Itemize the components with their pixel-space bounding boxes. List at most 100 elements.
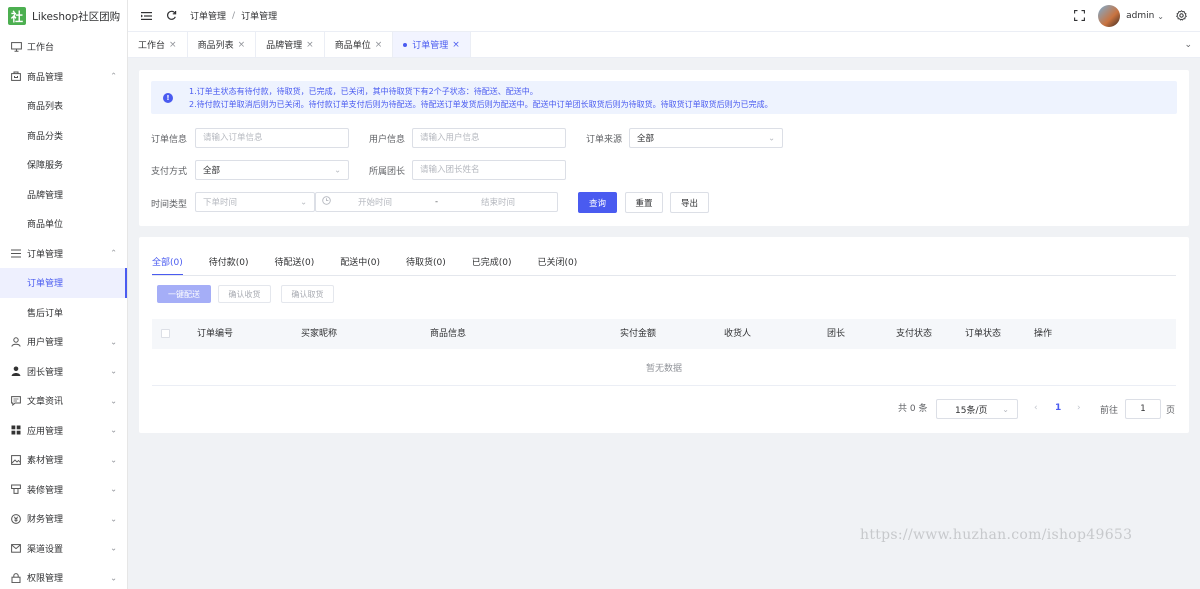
- sidebar-item[interactable]: 渠道设置 ⌄: [0, 534, 127, 564]
- close-icon[interactable]: ×: [169, 40, 177, 50]
- divider: [152, 275, 1176, 276]
- status-tab[interactable]: 已完成(0): [472, 252, 512, 274]
- status-tab[interactable]: 待配送(0): [275, 252, 315, 274]
- next-page-icon[interactable]: ›: [1077, 403, 1081, 413]
- sidebar-subitem[interactable]: 订单管理: [0, 268, 127, 298]
- status-tab[interactable]: 已关闭(0): [538, 252, 578, 274]
- page-tab[interactable]: 商品单位 ×: [325, 32, 394, 57]
- page-number[interactable]: 1: [1055, 403, 1061, 413]
- sidebar-menu: 工作台 商品管理 ⌃ 商品列表 商品分类 保障服务 品牌管理 商品单位 订单管理 ⌃ 订单管理 售后订…: [0, 32, 127, 589]
- col-leader: 团长: [827, 329, 846, 339]
- sidebar-item[interactable]: 工作台: [0, 32, 127, 62]
- sidebar-item-label: 商品管理: [27, 72, 64, 83]
- sidebar-item-label: 装修管理: [27, 485, 64, 496]
- fullscreen-icon[interactable]: [1074, 10, 1086, 22]
- leader-input[interactable]: [412, 160, 566, 180]
- confirm-receive-button[interactable]: 确认收货: [218, 285, 271, 303]
- close-icon[interactable]: ×: [452, 40, 460, 50]
- col-actions: 操作: [1034, 329, 1053, 339]
- time-type-select[interactable]: 下单时间 ⌄: [195, 192, 315, 212]
- user-info-label: 用户信息: [369, 135, 406, 145]
- sidebar-item-label: 订单管理: [27, 249, 64, 260]
- sidebar-subitem[interactable]: 商品列表: [0, 91, 127, 121]
- chevron-down-icon[interactable]: ⌄: [1157, 12, 1164, 21]
- apps-icon: [10, 424, 22, 436]
- sidebar-item[interactable]: 财务管理 ⌄: [0, 504, 127, 534]
- page-tab[interactable]: 商品列表 ×: [188, 32, 257, 57]
- sidebar-item[interactable]: 用户管理 ⌄: [0, 327, 127, 357]
- date-range-picker[interactable]: 开始时间 - 结束时间: [315, 192, 558, 212]
- list-icon: [10, 247, 22, 259]
- page-tab-label: 品牌管理: [266, 41, 303, 51]
- order-source-select[interactable]: 全部 ⌄: [629, 128, 783, 148]
- sidebar-item[interactable]: 文章资讯 ⌄: [0, 386, 127, 416]
- pay-method-select[interactable]: 全部 ⌄: [195, 160, 349, 180]
- sidebar-subitem[interactable]: 保障服务: [0, 150, 127, 180]
- chevron-down-icon: ⌄: [768, 133, 775, 143]
- page-suffix: 页: [1166, 406, 1176, 416]
- sidebar-item-label: 渠道设置: [27, 544, 64, 555]
- sidebar: 社 Likeshop社区团购 工作台 商品管理 ⌃ 商品列表 商品分类 保障服务 品牌管理商…: [0, 0, 128, 589]
- shop-icon: [10, 70, 22, 82]
- sidebar-item[interactable]: 素材管理 ⌄: [0, 445, 127, 475]
- chevron-down-icon: ⌄: [110, 514, 117, 524]
- status-tab[interactable]: 配送中(0): [340, 252, 380, 274]
- sidebar-item-label: 素材管理: [27, 456, 64, 467]
- sidebar-subitem[interactable]: 品牌管理: [0, 180, 127, 210]
- query-button[interactable]: 查询: [578, 192, 617, 213]
- start-date-input[interactable]: 开始时间: [358, 196, 392, 208]
- sidebar-subitem[interactable]: 商品分类: [0, 121, 127, 151]
- page-tab[interactable]: 工作台 ×: [128, 32, 188, 57]
- monitor-icon: [10, 41, 22, 53]
- export-button[interactable]: 导出: [670, 192, 709, 213]
- breadcrumb-separator: /: [232, 10, 236, 21]
- gear-icon[interactable]: [1176, 10, 1188, 22]
- user-name[interactable]: admin: [1126, 11, 1154, 21]
- order-info-input[interactable]: [195, 128, 349, 148]
- page-tab[interactable]: 品牌管理 ×: [256, 32, 325, 57]
- confirm-cancel-button[interactable]: 确认取货: [281, 285, 334, 303]
- goto-page-input[interactable]: [1125, 399, 1161, 419]
- chevron-up-icon: ⌃: [110, 71, 117, 81]
- breadcrumb: 订单管理 / 订单管理: [190, 9, 277, 23]
- menu-fold-icon[interactable]: [139, 9, 153, 23]
- breadcrumb-item[interactable]: 订单管理: [190, 9, 226, 22]
- chevron-down-icon[interactable]: ⌄: [1184, 32, 1192, 58]
- close-icon[interactable]: ×: [306, 40, 314, 50]
- sidebar-item-label: 订单管理: [27, 279, 64, 290]
- order-source-label: 订单来源: [586, 135, 623, 145]
- refresh-icon[interactable]: [164, 9, 178, 23]
- sidebar-item[interactable]: 商品管理 ⌃: [0, 62, 127, 92]
- status-tab[interactable]: 全部(0): [152, 252, 183, 276]
- sidebar-item-label: 文章资讯: [27, 397, 64, 408]
- time-type-value: 下单时间: [203, 198, 238, 208]
- sidebar-item[interactable]: 团长管理 ⌄: [0, 357, 127, 387]
- search-card: ! 1.订单主状态有待付款，待取货，已完成，已关闭，其中待取货下有2个子状态：待…: [139, 70, 1189, 226]
- prev-page-icon[interactable]: ‹: [1034, 403, 1038, 413]
- page-size-select[interactable]: 15条/页 ⌄: [936, 399, 1018, 419]
- avatar[interactable]: [1098, 5, 1121, 27]
- page-tab[interactable]: 订单管理 ×: [393, 32, 471, 57]
- sidebar-item-label: 团长管理: [27, 367, 64, 378]
- sidebar-subitem[interactable]: 商品单位: [0, 209, 127, 239]
- watermark: https://www.huzhan.com/ishop49653: [860, 527, 1133, 543]
- sidebar-item[interactable]: 订单管理 ⌃: [0, 239, 127, 269]
- sidebar-subitem[interactable]: 售后订单: [0, 298, 127, 328]
- select-all-checkbox[interactable]: [161, 329, 170, 338]
- status-tab[interactable]: 待付款(0): [209, 252, 249, 274]
- order-source-value: 全部: [637, 134, 655, 144]
- status-tab[interactable]: 待取货(0): [406, 252, 446, 274]
- page-tab-label: 订单管理: [412, 41, 449, 51]
- col-order-status: 订单状态: [965, 329, 1002, 339]
- sidebar-item[interactable]: 权限管理 ⌄: [0, 563, 127, 589]
- logo[interactable]: 社 Likeshop社区团购: [0, 0, 127, 32]
- sidebar-item[interactable]: 装修管理 ⌄: [0, 475, 127, 505]
- user-info-input[interactable]: [412, 128, 566, 148]
- sidebar-item[interactable]: 应用管理 ⌄: [0, 416, 127, 446]
- close-icon[interactable]: ×: [375, 40, 383, 50]
- reset-button[interactable]: 重置: [625, 192, 663, 213]
- batch-deliver-button[interactable]: 一键配送: [157, 285, 211, 303]
- col-pay-status: 支付状态: [896, 329, 933, 339]
- close-icon[interactable]: ×: [238, 40, 246, 50]
- end-date-input[interactable]: 结束时间: [481, 196, 515, 208]
